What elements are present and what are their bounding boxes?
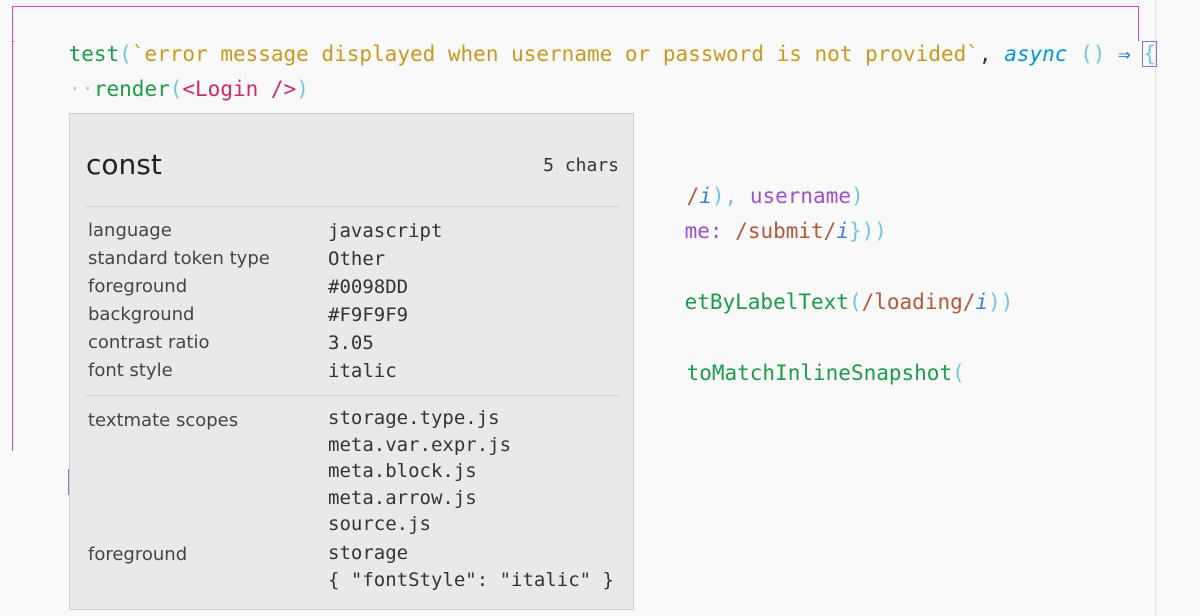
row-key-font-style: font style — [88, 360, 173, 381]
code-line-3[interactable]: ··const {username} = buildLoginForm() — [18, 77, 537, 137]
row-value-font-style: italic — [328, 360, 397, 382]
region-outline-step — [12, 41, 14, 42]
token-inspector-hover: const 5 chars language javascript standa… — [69, 113, 634, 610]
async-keyword: async — [1004, 42, 1068, 66]
scopes-label: textmate scopes — [88, 410, 239, 431]
paren-close: )) — [988, 290, 1014, 314]
row-value-foreground: #0098DD — [328, 276, 409, 298]
code-line-6-tail[interactable]: etByLabelText(/loading/i)) — [634, 254, 1014, 314]
row-value-language: javascript — [328, 220, 443, 242]
block-open-brace: { — [1142, 41, 1157, 67]
row-key-foreground: foreground — [88, 276, 188, 297]
scopes-list: storage.type.js meta.var.expr.js meta.bl… — [328, 407, 512, 535]
regex-flag: i — [836, 219, 849, 243]
code-line-4-tail[interactable]: /i), username) — [636, 148, 864, 208]
paren-open: ( — [952, 361, 965, 385]
foreground-rule-label: foreground — [88, 544, 188, 565]
row-value-contrast: 3.05 — [328, 332, 374, 354]
divider — [86, 395, 619, 396]
arrow-params: () — [1080, 42, 1106, 66]
char-count: 5 chars — [543, 155, 619, 176]
submit-regex: /submit/ — [735, 219, 837, 243]
hover-title: const — [86, 148, 162, 181]
code-line-1[interactable]: test(`error message displayed when usern… — [18, 6, 1157, 67]
code-line-7-tail[interactable]: toMatchInlineSnapshot( — [636, 325, 965, 385]
loading-regex: /loading/ — [861, 290, 976, 314]
region-outline-left — [12, 6, 13, 451]
code-line-2[interactable]: ··render(<Login />) — [18, 41, 309, 101]
name-key-fragment: me: — [684, 219, 723, 243]
arrow-operator: ⇒ — [1118, 42, 1131, 66]
paren-open: ( — [848, 290, 862, 314]
to-match-inline-snapshot-call: toMatchInlineSnapshot — [686, 361, 953, 385]
get-by-label-text-call: etByLabelText — [684, 290, 849, 314]
row-key-language: language — [88, 220, 172, 241]
brace-close: } — [848, 219, 862, 243]
comma: , — [978, 42, 992, 66]
regex-flag: i — [975, 290, 989, 314]
paren-close: )) — [861, 219, 887, 243]
ruler-line — [1155, 0, 1156, 616]
row-key-contrast: contrast ratio — [88, 332, 210, 353]
row-value-background: #F9F9F9 — [328, 304, 409, 326]
foreground-rule-value: storage { "fontStyle": "italic" } — [328, 542, 614, 591]
code-line-5-tail[interactable]: me: /submit/i})) — [634, 183, 887, 243]
row-key-background: background — [88, 304, 195, 325]
row-value-token-type: Other — [328, 248, 386, 270]
row-key-token-type: standard token type — [88, 248, 270, 269]
divider — [86, 206, 619, 207]
